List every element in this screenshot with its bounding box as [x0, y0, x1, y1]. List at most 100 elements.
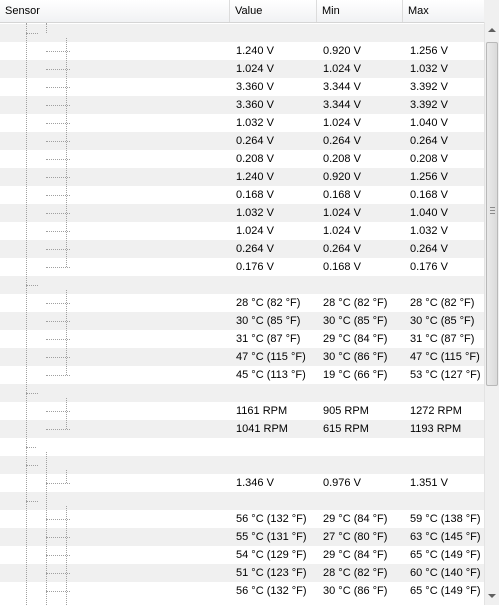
sensor-value-cell: 3.360 V	[236, 99, 274, 111]
sensor-row[interactable]: TZ0028 °C (82 °F)28 °C (82 °F)28 °C (82 …	[0, 294, 484, 312]
sensor-row[interactable]: VIN130.176 V0.168 V0.176 V	[0, 258, 484, 276]
sensor-value-cell: 0.176 V	[236, 261, 274, 273]
tree-connector-line	[46, 375, 70, 376]
sensor-group-row[interactable]: Voltages	[0, 24, 484, 42]
sensor-row[interactable]: TZ0130 °C (85 °F)30 °C (85 °F)30 °C (85 …	[0, 312, 484, 330]
sensor-max-cell: 47 °C (115 °F)	[410, 351, 480, 363]
tree-connector-line	[26, 393, 38, 394]
sensor-max-cell: 1.040 V	[410, 207, 448, 219]
sensor-row[interactable]: VIN11.024 V1.024 V1.032 V	[0, 60, 484, 78]
sensor-row[interactable]: Core #056 °C (132 °F)29 °C (84 °F)59 °C …	[0, 510, 484, 528]
sensor-min-cell: 27 °C (80 °F)	[323, 531, 388, 543]
tree-connector-line	[66, 470, 67, 483]
sensor-min-cell: 3.344 V	[323, 99, 361, 111]
sensor-row[interactable]: CPUFANIN1041 RPM615 RPM1193 RPM	[0, 420, 484, 438]
scrollbar-thumb[interactable]	[486, 42, 498, 386]
sensor-group-row[interactable]: Temperatures	[0, 276, 484, 294]
sensor-max-cell: 0.264 V	[410, 243, 448, 255]
sensor-row[interactable]: SYSTIN31 °C (87 °F)29 °C (84 °F)31 °C (8…	[0, 330, 484, 348]
sensor-row[interactable]: Core #254 °C (129 °F)29 °C (84 °F)65 °C …	[0, 546, 484, 564]
tree-connector-line	[26, 465, 38, 466]
vertical-scrollbar[interactable]	[484, 22, 499, 605]
sensor-max-cell: 63 °C (145 °F)	[410, 531, 481, 543]
sensor-value-cell: 55 °C (131 °F)	[236, 531, 307, 543]
sensor-group-row[interactable]: Voltages	[0, 456, 484, 474]
sensor-row[interactable]: VID1.346 V0.976 V1.351 V	[0, 474, 484, 492]
sensor-min-cell: 29 °C (84 °F)	[323, 513, 388, 525]
sensor-row[interactable]: VIN60.264 V0.264 V0.264 V	[0, 132, 484, 150]
tree-connector-line	[26, 33, 38, 34]
sensor-max-cell: 3.392 V	[410, 81, 448, 93]
sensor-max-cell: 59 °C (138 °F)	[410, 513, 481, 525]
sensor-row[interactable]: VIN90.168 V0.168 V0.168 V	[0, 186, 484, 204]
sensor-max-cell: 0.264 V	[410, 135, 448, 147]
sensor-max-cell: 0.208 V	[410, 153, 448, 165]
sensor-row[interactable]: VIN111.024 V1.024 V1.032 V	[0, 222, 484, 240]
sensor-max-cell: 65 °C (149 °F)	[410, 549, 481, 561]
sensor-value-cell: 1.024 V	[236, 63, 274, 75]
sensor-value-cell: 1041 RPM	[236, 423, 288, 435]
scroll-up-arrow-icon[interactable]	[485, 22, 499, 39]
sensor-min-cell: 905 RPM	[323, 405, 369, 417]
sensor-row[interactable]: 3VCC3.360 V3.344 V3.392 V	[0, 96, 484, 114]
scroll-down-arrow-icon[interactable]	[485, 588, 499, 605]
sensor-tree[interactable]: VoltagesCPU VCORE1.240 V0.920 V1.256 VVI…	[0, 23, 484, 605]
tree-connector-line	[26, 501, 38, 502]
sensor-value-cell: 0.208 V	[236, 153, 274, 165]
sensor-value-cell: 3.360 V	[236, 81, 274, 93]
tree-connector-line	[26, 447, 36, 448]
sensor-row[interactable]: CPU VCORE1.240 V0.920 V1.256 V	[0, 42, 484, 60]
tree-connector-line	[46, 23, 47, 33]
sensor-row[interactable]: VIN70.208 V0.208 V0.208 V	[0, 150, 484, 168]
sensor-value-cell: 30 °C (85 °F)	[236, 315, 301, 327]
sensor-row[interactable]: Core #155 °C (131 °F)27 °C (80 °F)63 °C …	[0, 528, 484, 546]
sensor-value-cell: 56 °C (132 °F)	[236, 513, 307, 525]
sensor-value-cell: 31 °C (87 °F)	[236, 333, 301, 345]
sensor-max-cell: 1.032 V	[410, 225, 448, 237]
sensor-max-cell: 65 °C (149 °F)	[410, 585, 481, 597]
sensor-group-row[interactable]: Temperatures	[0, 492, 484, 510]
sensor-value-cell: 56 °C (132 °F)	[236, 585, 307, 597]
sensor-max-cell: 1193 RPM	[410, 423, 462, 435]
sensor-min-cell: 0.920 V	[323, 45, 361, 57]
sensor-row[interactable]: VIN41.032 V1.024 V1.040 V	[0, 114, 484, 132]
sensor-value-cell: 54 °C (129 °F)	[236, 549, 307, 561]
sensor-row[interactable]: VIN120.264 V0.264 V0.264 V	[0, 240, 484, 258]
min-column-header[interactable]: Min	[317, 0, 403, 22]
sensor-row[interactable]: Package56 °C (132 °F)30 °C (86 °F)65 °C …	[0, 582, 484, 600]
device-row[interactable]: Intel Core i7 2600	[0, 438, 484, 456]
sensor-min-cell: 615 RPM	[323, 423, 369, 435]
sensor-min-cell: 30 °C (86 °F)	[323, 351, 388, 363]
max-column-header[interactable]: Max	[403, 0, 484, 22]
tree-connector-line	[46, 452, 47, 605]
sensor-max-cell: 1.256 V	[410, 45, 448, 57]
sensor-row[interactable]: VIN81.240 V0.920 V1.256 V	[0, 168, 484, 186]
tree-connector-line	[66, 38, 67, 267]
column-header: Sensor Value Min Max	[0, 0, 484, 23]
sensor-max-cell: 31 °C (87 °F)	[410, 333, 475, 345]
sensor-row[interactable]: Core #351 °C (123 °F)28 °C (82 °F)60 °C …	[0, 564, 484, 582]
sensor-min-cell: 29 °C (84 °F)	[323, 549, 388, 561]
sensor-min-cell: 29 °C (84 °F)	[323, 333, 388, 345]
tree-connector-line	[66, 290, 67, 375]
tree-connector-line	[26, 23, 27, 605]
sensor-row[interactable]: AVCC3.360 V3.344 V3.392 V	[0, 78, 484, 96]
sensor-column-header[interactable]: Sensor	[0, 0, 230, 22]
sensor-row[interactable]: TMPIN345 °C (113 °F)19 °C (66 °F)53 °C (…	[0, 366, 484, 384]
sensor-value-cell: 28 °C (82 °F)	[236, 297, 301, 309]
value-column-header[interactable]: Value	[230, 0, 317, 22]
sensor-row[interactable]: SYSFANIN1161 RPM905 RPM1272 RPM	[0, 402, 484, 420]
sensor-max-cell: 30 °C (85 °F)	[410, 315, 475, 327]
sensor-min-cell: 1.024 V	[323, 63, 361, 75]
sensor-min-cell: 0.976 V	[323, 477, 361, 489]
sensor-min-cell: 0.168 V	[323, 189, 361, 201]
tree-connector-line	[66, 506, 67, 605]
sensor-group-row[interactable]: Fans	[0, 384, 484, 402]
sensor-max-cell: 1.032 V	[410, 63, 448, 75]
sensor-value-cell: 0.168 V	[236, 189, 274, 201]
sensor-value-cell: 1.346 V	[236, 477, 274, 489]
sensor-value-cell: 1.240 V	[236, 171, 274, 183]
sensor-row[interactable]: CPUTIN47 °C (115 °F)30 °C (86 °F)47 °C (…	[0, 348, 484, 366]
sensor-row[interactable]: VIN101.032 V1.024 V1.040 V	[0, 204, 484, 222]
tree-connector-line	[46, 267, 70, 268]
